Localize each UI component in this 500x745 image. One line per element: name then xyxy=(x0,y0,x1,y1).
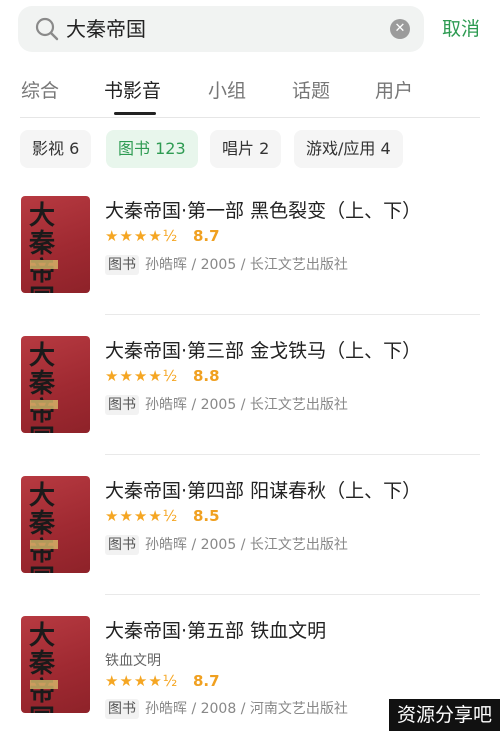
tab-books-movies-music[interactable]: 书影音 xyxy=(104,78,161,104)
star-icons: ★★★★½ xyxy=(105,227,179,245)
item-meta: 图书 孙皓晖 / 2005 / 长江文艺出版社 xyxy=(105,535,348,555)
item-title[interactable]: 大秦帝国·第四部 阳谋春秋（上、下） xyxy=(105,478,421,504)
tab-topics[interactable]: 话题 xyxy=(292,78,330,104)
tab-groups[interactable]: 小组 xyxy=(208,78,246,104)
rating-score: 8.7 xyxy=(193,672,220,690)
cancel-button[interactable]: 取消 xyxy=(442,16,480,42)
tab-all[interactable]: 综合 xyxy=(21,78,59,104)
book-cover[interactable]: 大秦帝国 xyxy=(21,196,90,293)
rating-score: 8.5 xyxy=(193,507,220,525)
filter-chip-movies[interactable]: 影视 6 xyxy=(20,130,92,168)
filter-chip-books[interactable]: 图书 123 xyxy=(106,130,198,168)
cover-text: 大秦帝国 xyxy=(29,481,56,573)
row-divider xyxy=(105,314,480,315)
item-meta: 图书 孙皓晖 / 2008 / 河南文艺出版社 xyxy=(105,699,348,719)
item-meta-text: 孙皓晖 / 2005 / 长江文艺出版社 xyxy=(145,537,348,553)
tab-users[interactable]: 用户 xyxy=(375,78,413,104)
item-meta-text: 孙皓晖 / 2005 / 长江文艺出版社 xyxy=(145,257,348,273)
type-tag: 图书 xyxy=(105,535,139,555)
rating-score: 8.8 xyxy=(193,367,220,385)
tabs-divider xyxy=(20,117,480,118)
cover-text: 大秦帝国 xyxy=(29,341,56,433)
row-divider xyxy=(105,454,480,455)
cover-text: 大秦帝国 xyxy=(29,621,56,713)
type-tag: 图书 xyxy=(105,255,139,275)
item-meta-text: 孙皓晖 / 2008 / 河南文艺出版社 xyxy=(145,701,348,717)
search-input[interactable]: 大秦帝国 ✕ xyxy=(18,6,424,52)
active-tab-indicator xyxy=(114,112,156,115)
cover-stamp xyxy=(30,260,58,269)
item-meta: 图书 孙皓晖 / 2005 / 长江文艺出版社 xyxy=(105,395,348,415)
item-title[interactable]: 大秦帝国·第五部 铁血文明 xyxy=(105,618,326,644)
cover-stamp xyxy=(30,540,58,549)
list-item[interactable]: 大秦帝国 大秦帝国·第四部 阳谋春秋（上、下） ★★★★½ 8.5 图书孙皓晖 … xyxy=(0,476,500,616)
list-item[interactable]: 大秦帝国 大秦帝国·第一部 黑色裂变（上、下） ★★★★½ 8.7 图书孙皓晖 … xyxy=(0,196,500,336)
list-item[interactable]: 大秦帝国 大秦帝国·第三部 金戈铁马（上、下） ★★★★½ 8.8 图书孙皓晖 … xyxy=(0,336,500,476)
type-tag: 图书 xyxy=(105,699,139,719)
filter-chip-games-apps[interactable]: 游戏/应用 4 xyxy=(294,130,403,168)
rating-score: 8.7 xyxy=(193,227,220,245)
book-cover[interactable]: 大秦帝国 xyxy=(21,476,90,573)
cover-text: 大秦帝国 xyxy=(29,201,56,293)
item-title[interactable]: 大秦帝国·第三部 金戈铁马（上、下） xyxy=(105,338,421,364)
search-bar: 大秦帝国 ✕ 取消 xyxy=(0,6,500,52)
search-query[interactable]: 大秦帝国 xyxy=(66,16,146,42)
star-icons: ★★★★½ xyxy=(105,507,179,525)
filter-chips: 影视 6 图书 123 唱片 2 游戏/应用 4 xyxy=(0,130,500,170)
item-meta-text: 孙皓晖 / 2005 / 长江文艺出版社 xyxy=(145,397,348,413)
book-cover[interactable]: 大秦帝国 xyxy=(21,336,90,433)
item-meta: 图书 孙皓晖 / 2005 / 长江文艺出版社 xyxy=(105,255,348,275)
book-cover[interactable]: 大秦帝国 xyxy=(21,616,90,713)
clear-icon[interactable]: ✕ xyxy=(390,19,410,39)
row-divider xyxy=(105,594,480,595)
item-title[interactable]: 大秦帝国·第一部 黑色裂变（上、下） xyxy=(105,198,421,224)
cover-stamp xyxy=(30,680,58,689)
type-tag: 图书 xyxy=(105,395,139,415)
watermark: 资源分享吧 xyxy=(388,699,500,731)
star-icons: ★★★★½ xyxy=(105,672,179,690)
cover-stamp xyxy=(30,400,58,409)
filter-chip-records[interactable]: 唱片 2 xyxy=(210,130,282,168)
star-icons: ★★★★½ xyxy=(105,367,179,385)
item-subtitle: 铁血文明 xyxy=(105,653,161,669)
category-tabs: 综合 书影音 小组 话题 用户 xyxy=(0,72,500,120)
search-icon xyxy=(35,17,59,41)
